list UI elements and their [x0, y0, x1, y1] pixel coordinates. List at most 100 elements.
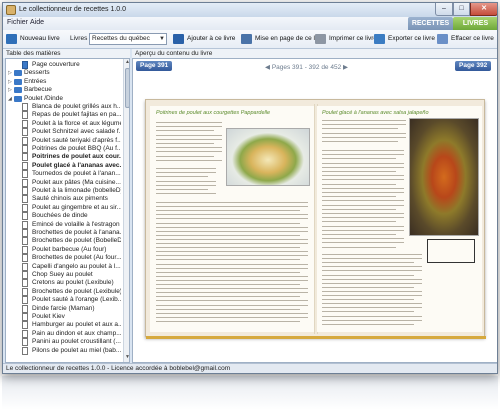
- page-text-line: [322, 192, 404, 193]
- page-text-line: [156, 230, 308, 232]
- page-text-line: [322, 179, 404, 181]
- page-text-line: [322, 175, 404, 177]
- page-text-line: [322, 136, 406, 138]
- page-text-line: [322, 204, 404, 206]
- toc-tree: Page couverture ▷ Desserts ▷ Entrées ▷ Barbecu…: [5, 58, 130, 363]
- page-text-line: [156, 226, 308, 228]
- recipe-photo-left: [226, 128, 310, 186]
- page-text-line: [322, 234, 396, 235]
- new-book-label: Nouveau livre: [20, 35, 60, 42]
- page-text-line: [156, 251, 308, 253]
- books-select[interactable]: Recettes du québec ▼: [89, 33, 167, 45]
- add-to-book-label: Ajouter à ce livre: [187, 35, 236, 42]
- book-edge: [146, 336, 486, 339]
- page-text-line: [322, 262, 414, 264]
- folder-icon: [14, 70, 22, 77]
- toc-scrollbar[interactable]: ▲ ▼: [123, 59, 129, 362]
- prev-page-button[interactable]: Page 391: [136, 61, 173, 71]
- page-text-line: [156, 184, 216, 186]
- next-page-button[interactable]: Page 392: [455, 61, 492, 71]
- page-text-line: [156, 202, 308, 203]
- page-text-line: [156, 193, 216, 195]
- page-text-line: [156, 172, 216, 174]
- page-text-line: [322, 162, 404, 164]
- toc-item[interactable]: Pilons de poulet au miel (bab...: [6, 346, 121, 356]
- page-text-line: [156, 147, 222, 149]
- prev-arrow-icon: ▾: [174, 63, 178, 69]
- scroll-down-icon[interactable]: ▼: [124, 354, 129, 362]
- page-text-line: [322, 187, 404, 189]
- title-bar: Le collectionneur de recettes 1.0.0 – □ …: [3, 3, 497, 17]
- page-text-line: [322, 242, 404, 244]
- page-text-line: [322, 258, 422, 260]
- menu-aide[interactable]: Aide: [30, 19, 44, 26]
- print-book-label: Imprimer ce livre: [329, 35, 378, 42]
- delete-book-button[interactable]: Effacer ce livre: [437, 33, 497, 46]
- page-text-line: [156, 206, 308, 208]
- layout-icon: [241, 34, 252, 44]
- page-text-line: [156, 300, 308, 302]
- page-text-line: [156, 279, 308, 281]
- book-page-right: Poulet glacé à l'ananas avec salsa jalap…: [317, 106, 482, 332]
- delete-book-icon: [437, 34, 448, 44]
- preview-header: Aperçu du contenu du livre: [132, 49, 497, 58]
- minimize-button[interactable]: –: [435, 3, 453, 16]
- page-text-line: [322, 217, 404, 219]
- export-book-button[interactable]: Exporter ce livre: [374, 33, 436, 46]
- books-label: Livres :: [70, 35, 91, 42]
- app-icon: [6, 5, 16, 15]
- page-text-line: [322, 154, 404, 156]
- page-text-line: [322, 295, 422, 296]
- pages-next-icon[interactable]: ▶: [343, 64, 348, 71]
- toc-header: Table des matières: [3, 49, 130, 58]
- page-text-line: [156, 320, 300, 322]
- tab-livres[interactable]: LIVRES: [453, 17, 497, 30]
- page-text-line: [156, 130, 214, 132]
- page-text-line: [322, 124, 406, 126]
- add-book-icon: [173, 34, 184, 44]
- page-text-line: [156, 284, 300, 285]
- nutrition-box: [427, 239, 475, 263]
- menu-fichier[interactable]: Fichier: [7, 19, 28, 26]
- page-text-line: [156, 180, 216, 182]
- new-book-button[interactable]: Nouveau livre: [6, 33, 64, 46]
- close-button[interactable]: ✕: [470, 3, 497, 16]
- page-text-line: [322, 225, 404, 227]
- pages-prev-icon[interactable]: ◀: [265, 64, 270, 71]
- page-text-line: [322, 282, 422, 284]
- status-bar: Le collectionneur de recettes 1.0.0 - Li…: [3, 363, 497, 373]
- toc-item-label: Pilons de poulet au miel (bab...: [32, 346, 121, 354]
- toolbar: Nouveau livre Livres : Recettes du québe…: [3, 30, 497, 49]
- page-text-line: [156, 243, 308, 244]
- recipe-photo-right: [409, 118, 479, 236]
- page-text-line: [322, 171, 396, 172]
- tab-recettes[interactable]: RECETTES: [408, 17, 453, 30]
- scroll-thumb[interactable]: [125, 68, 129, 108]
- window-reflection: [2, 376, 498, 410]
- scroll-up-icon[interactable]: ▲: [124, 59, 129, 67]
- page-text-line: [322, 221, 396, 223]
- page-text-line: [156, 267, 308, 269]
- page-text-line: [322, 311, 414, 313]
- new-book-icon: [6, 34, 17, 44]
- page-text-line: [156, 247, 300, 249]
- page-text-line: [156, 292, 308, 294]
- book-preview: Page 391 ▾ ◀ Pages 391 - 392 de 452 ▶ Pa…: [132, 58, 497, 363]
- layout-book-button[interactable]: Mise en page de ce livre: [241, 33, 325, 46]
- add-to-book-button[interactable]: Ajouter à ce livre: [173, 33, 239, 46]
- page-text-line: [156, 214, 308, 216]
- chevron-down-icon: ▼: [159, 36, 165, 42]
- page-text-line: [322, 120, 406, 121]
- page-text-line: [156, 304, 308, 306]
- page-text-line: [322, 150, 404, 151]
- maximize-button[interactable]: □: [453, 3, 470, 16]
- page-text-line: [156, 288, 308, 290]
- page-text-line: [156, 218, 308, 220]
- page-text-line: [322, 128, 398, 130]
- page-text-line: [322, 132, 406, 134]
- page-text-line: [322, 158, 396, 160]
- pages-info-text: Pages 391 - 392 de 452: [271, 64, 342, 71]
- print-book-button[interactable]: Imprimer ce livre: [315, 33, 377, 46]
- page-text-line: [322, 307, 422, 309]
- page-text-line: [322, 290, 422, 292]
